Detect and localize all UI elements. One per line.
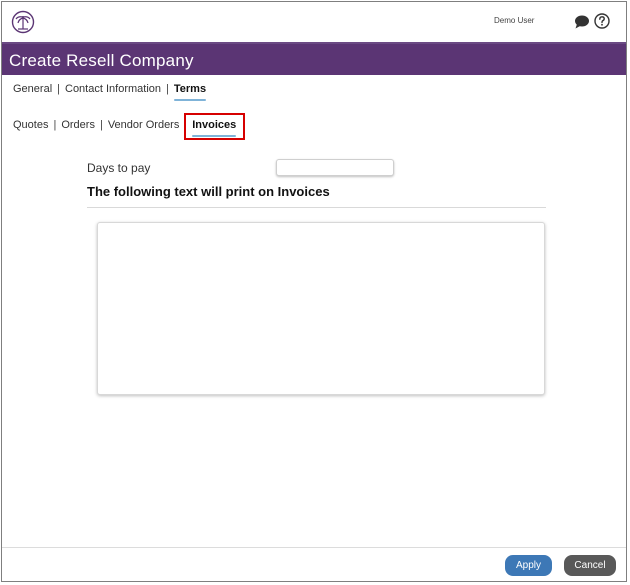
invoices-tab-highlight	[184, 113, 245, 140]
subtab-orders[interactable]: Orders	[61, 119, 95, 131]
main-tabs: General | Contact Information | Terms	[13, 83, 207, 101]
chat-bubble-icon[interactable]	[574, 15, 590, 29]
page-title: Create Resell Company	[9, 51, 194, 70]
days-to-pay-input[interactable]	[276, 159, 394, 176]
app-window: Demo User Create Resell Company General |…	[1, 1, 627, 582]
top-bar: Demo User	[2, 2, 626, 42]
tab-separator: |	[166, 83, 169, 95]
tab-separator: |	[99, 119, 103, 131]
days-to-pay-label: Days to pay	[87, 161, 151, 175]
tab-contact-information[interactable]: Contact Information	[65, 83, 161, 95]
footer-divider	[2, 547, 626, 548]
section-divider	[87, 207, 546, 208]
tab-separator: |	[53, 119, 57, 131]
user-name[interactable]: Demo User	[494, 16, 534, 25]
question-circle-icon[interactable]	[594, 13, 610, 29]
subtab-quotes[interactable]: Quotes	[13, 119, 48, 131]
page-header: Create Resell Company	[2, 42, 626, 75]
subtab-vendor-orders[interactable]: Vendor Orders	[108, 119, 180, 131]
palm-logo-icon[interactable]	[11, 10, 35, 34]
invoice-text-area[interactable]	[97, 222, 545, 395]
apply-button[interactable]: Apply	[505, 555, 552, 576]
tab-general[interactable]: General	[13, 83, 52, 95]
cancel-button[interactable]: Cancel	[564, 555, 616, 576]
tab-terms[interactable]: Terms	[173, 83, 207, 101]
section-title: The following text will print on Invoice…	[87, 184, 330, 199]
tab-separator: |	[57, 83, 60, 95]
